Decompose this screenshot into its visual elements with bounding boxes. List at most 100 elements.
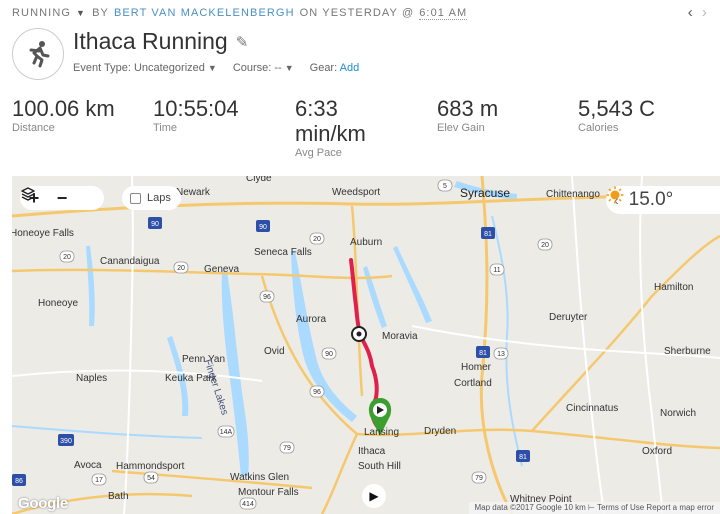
- zoom-out-button[interactable]: −: [48, 186, 76, 210]
- svg-text:11: 11: [493, 267, 500, 274]
- stat-label: Distance: [12, 122, 55, 134]
- stat-value-unit: min/km: [295, 121, 366, 146]
- stat-label: Time: [153, 122, 178, 134]
- svg-text:90: 90: [259, 224, 267, 231]
- map-label: Sherburne: [664, 346, 711, 357]
- svg-text:54: 54: [147, 475, 155, 482]
- event-type-dropdown[interactable]: Event Type: Uncategorized ▼: [73, 62, 217, 74]
- svg-text:81: 81: [484, 231, 492, 238]
- map-label: Avoca: [74, 460, 102, 471]
- by-label: BY: [92, 7, 109, 19]
- map-label: Moravia: [382, 331, 418, 342]
- owner-link[interactable]: BERT VAN MACKELENBERGH: [114, 7, 295, 19]
- map-label: Cincinnatus: [566, 403, 619, 414]
- stat-value: 683 m: [437, 96, 499, 121]
- chevron-left-icon[interactable]: ‹: [688, 5, 694, 21]
- svg-text:79: 79: [283, 445, 291, 452]
- stat-calories: 5,543 C Calories: [578, 96, 655, 134]
- stat-value: 100.06 km: [12, 96, 115, 121]
- stat-distance: 100.06 km Distance: [12, 96, 115, 134]
- map-label: South Hill: [358, 461, 401, 472]
- route-map[interactable]: 90 90 81 81 81 390 86 20 20 20 96 90 96 14A 79…: [12, 176, 720, 514]
- google-logo: Google: [18, 495, 68, 512]
- stat-value: 6:33: [295, 96, 338, 121]
- stat-label: Elev Gain: [437, 122, 485, 134]
- map-label: Bath: [108, 491, 129, 502]
- map-label: Honeoye Falls: [12, 228, 74, 239]
- stat-value: 10:55:04: [153, 96, 239, 121]
- svg-text:390: 390: [60, 438, 72, 445]
- svg-text:414: 414: [242, 501, 254, 508]
- activity-meta: Event Type: Uncategorized ▼ Course: -- ▼ G…: [73, 62, 359, 74]
- map-label: Hamilton: [654, 282, 694, 293]
- svg-text:17: 17: [95, 477, 103, 484]
- svg-text:20: 20: [63, 254, 71, 261]
- date-label: ON YESTERDAY @: [299, 7, 415, 19]
- svg-text:81: 81: [519, 454, 527, 461]
- gear-add-link[interactable]: Add: [340, 62, 360, 74]
- seneca-lake: [221, 271, 249, 476]
- chevron-right-icon[interactable]: ›: [702, 5, 708, 21]
- map-label: Weedsport: [332, 187, 381, 198]
- svg-text:86: 86: [15, 478, 23, 485]
- stat-avg-pace: 6:33 min/km Avg Pace: [295, 96, 366, 159]
- svg-text:96: 96: [313, 389, 321, 396]
- svg-text:20: 20: [177, 265, 185, 272]
- activity-title-text: Ithaca Running: [73, 28, 228, 54]
- map-label: Homer: [461, 362, 492, 373]
- map-label: Seneca Falls: [254, 247, 312, 258]
- map-label: Cortland: [454, 378, 492, 389]
- layers-icon[interactable]: [21, 186, 104, 210]
- skaneateles-lake: [393, 246, 432, 323]
- svg-text:79: 79: [475, 475, 483, 482]
- map-label: Honeoye: [38, 298, 79, 309]
- map-label: Norwich: [660, 408, 697, 419]
- zoom-controls: + −: [20, 186, 104, 210]
- map-label: Canandaigua: [100, 256, 160, 267]
- stat-label: Avg Pace: [295, 147, 342, 159]
- course-dropdown[interactable]: Course: -- ▼: [233, 62, 294, 74]
- map-attribution[interactable]: Map data ©2017 Google 10 km ⊢ Terms of U…: [468, 502, 720, 514]
- svg-text:96: 96: [263, 294, 271, 301]
- svg-text:20: 20: [541, 242, 549, 249]
- stat-elev-gain: 683 m Elev Gain: [437, 96, 498, 134]
- time-label: 6:01 AM: [419, 6, 468, 20]
- pencil-icon[interactable]: ✎: [236, 33, 249, 51]
- map-label: Dryden: [424, 426, 457, 437]
- map-label: Chittenango: [546, 189, 600, 200]
- running-person-icon: [12, 28, 64, 80]
- svg-text:90: 90: [325, 351, 333, 358]
- laps-label: Laps: [147, 192, 171, 204]
- activity-type-dropdown-icon[interactable]: ▼: [76, 8, 86, 18]
- map-label: Oxford: [642, 446, 673, 457]
- map-label: Syracuse: [460, 186, 511, 200]
- stat-time: 10:55:04 Time: [153, 96, 239, 134]
- map-label: Aurora: [296, 314, 327, 325]
- weather-widget: ‹ 15.0°: [606, 186, 720, 214]
- weather-temp: 15.0°: [628, 189, 674, 210]
- map-label: Watkins Glen: [230, 472, 290, 483]
- activity-title[interactable]: Ithaca Running ✎: [73, 28, 248, 55]
- activity-topbar: RUNNING ▼ BY BERT VAN MACKELENBERGH ON Y…: [12, 5, 708, 21]
- svg-text:14A: 14A: [220, 429, 233, 436]
- map-label: Deruyter: [549, 312, 588, 323]
- map-label: Geneva: [204, 264, 240, 275]
- svg-text:13: 13: [497, 351, 505, 358]
- map-label: Lansing: [364, 427, 400, 438]
- svg-text:5: 5: [443, 183, 447, 190]
- svg-text:90: 90: [151, 221, 159, 228]
- map-label: Montour Falls: [238, 487, 299, 498]
- svg-text:20: 20: [313, 236, 321, 243]
- canandaigua-lake: [86, 246, 95, 326]
- map-label: Auburn: [350, 237, 383, 248]
- map-label: Clyde: [246, 176, 272, 184]
- map-label: Hammondsport: [116, 461, 185, 472]
- laps-toggle[interactable]: Laps: [122, 186, 181, 210]
- play-route-button[interactable]: ▶: [362, 484, 386, 508]
- laps-checkbox[interactable]: [130, 192, 141, 204]
- svg-text:81: 81: [479, 350, 487, 357]
- activity-type-label: RUNNING: [12, 7, 72, 19]
- map-label: Newark: [176, 187, 210, 198]
- stat-value: 5,543 C: [578, 96, 656, 121]
- map-label: Ovid: [264, 346, 285, 357]
